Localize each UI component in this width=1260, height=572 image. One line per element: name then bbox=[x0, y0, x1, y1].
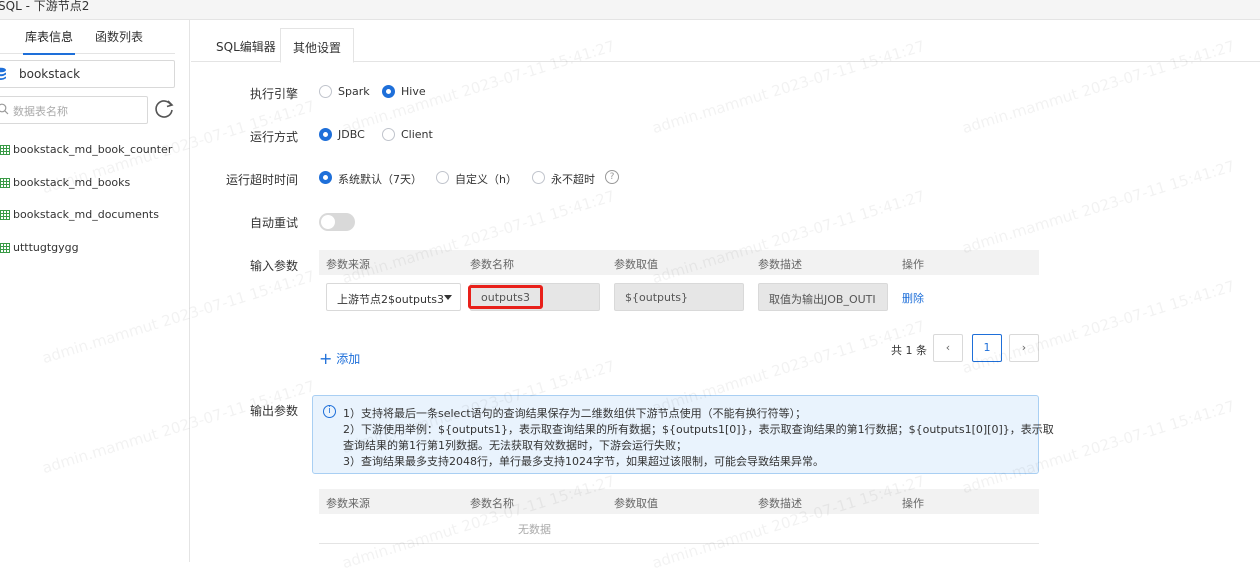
radio-label: JDBC bbox=[338, 128, 365, 141]
sidebar: 库表信息 函数列表 bookstack bookstack_md_book_co… bbox=[0, 20, 190, 562]
table-icon bbox=[0, 243, 10, 253]
info-icon: i bbox=[323, 405, 336, 418]
param-value-field[interactable]: ${outputs} bbox=[614, 283, 744, 311]
radio-dot bbox=[436, 171, 449, 184]
add-param-button[interactable]: + 添加 bbox=[319, 348, 361, 368]
table-name: bookstack_md_book_counter bbox=[13, 143, 173, 156]
window-titlebar: SQL - 下游节点2 bbox=[0, 0, 1260, 20]
pager-prev-button[interactable]: ‹ bbox=[933, 334, 963, 362]
database-icon bbox=[0, 67, 6, 80]
table-search-input[interactable] bbox=[13, 102, 143, 120]
timeout-label: 运行超时时间 bbox=[225, 173, 298, 187]
param-desc-field[interactable]: 取值为输出JOB_OUTI bbox=[758, 283, 888, 311]
param-value-text: ${outputs} bbox=[625, 291, 689, 304]
radio-dot bbox=[319, 128, 332, 141]
search-icon bbox=[0, 103, 9, 115]
radio-label: 系统默认（7天） bbox=[338, 173, 422, 186]
sidebar-tabs: 库表信息 函数列表 bbox=[0, 20, 175, 55]
radio-dot bbox=[382, 128, 395, 141]
database-select[interactable]: bookstack bbox=[0, 60, 175, 88]
radio-label: Client bbox=[401, 128, 433, 141]
table-icon bbox=[0, 145, 10, 155]
radio-label: Spark bbox=[338, 85, 370, 98]
col-name: 参数名称 bbox=[470, 258, 514, 271]
col-value: 参数取值 bbox=[614, 497, 658, 510]
refresh-icon[interactable] bbox=[153, 98, 175, 120]
radio-dot bbox=[382, 85, 395, 98]
add-label: 添加 bbox=[336, 352, 361, 366]
output-info-box: i 1）支持将最后一条select语句的查询结果保存为二维数组供下游节点使用（不… bbox=[312, 395, 1054, 474]
info-line: 查询结果的第1行第1列数据。无法获取有效数据时，下游会运行失败； bbox=[343, 439, 687, 452]
info-line: 1）支持将最后一条select语句的查询结果保存为二维数组供下游节点使用（不能有… bbox=[343, 407, 807, 420]
pager-page-1[interactable]: 1 bbox=[972, 334, 1002, 362]
window-title: SQL - 下游节点2 bbox=[0, 0, 90, 13]
engine-label: 执行引擎 bbox=[249, 87, 298, 101]
radio-dot bbox=[319, 171, 332, 184]
editor-tabs: SQL编辑器 其他设置 bbox=[191, 28, 1260, 63]
radio-label: Hive bbox=[401, 85, 426, 98]
table-icon bbox=[0, 210, 10, 220]
col-name: 参数名称 bbox=[470, 497, 514, 510]
radio-dot bbox=[319, 85, 332, 98]
col-desc: 参数描述 bbox=[758, 497, 802, 510]
input-params-label: 输入参数 bbox=[249, 259, 298, 273]
table-search-box bbox=[0, 96, 148, 124]
radio-dot bbox=[532, 171, 545, 184]
col-source: 参数来源 bbox=[326, 258, 370, 271]
output-params-label: 输出参数 bbox=[249, 404, 298, 418]
database-name: bookstack bbox=[19, 67, 81, 81]
table-name: utttugtgygg bbox=[13, 241, 79, 254]
col-desc: 参数描述 bbox=[758, 258, 802, 271]
empty-state-text: 无数据 bbox=[518, 523, 551, 536]
info-line: 3）查询结果最多支持2048行，单行最多支持1024字节，如果超过该限制，可能会… bbox=[343, 455, 824, 468]
radio-label: 自定义（h） bbox=[455, 173, 517, 186]
main-panel: SQL编辑器 其他设置 执行引擎 Spark Hive 运行方式 JDBC Cl… bbox=[191, 20, 1260, 562]
param-source-select[interactable]: 上游节点2$outputs3 bbox=[326, 283, 461, 311]
table-icon bbox=[0, 178, 10, 188]
tab-sql-editor[interactable]: SQL编辑器 bbox=[204, 28, 288, 63]
run-mode-label: 运行方式 bbox=[249, 130, 298, 144]
tab-table-info[interactable]: 库表信息 bbox=[22, 28, 76, 55]
info-line: 2）下游使用举例：${outputs1}，表示取查询结果的所有数据；${outp… bbox=[343, 423, 1054, 436]
chevron-down-icon bbox=[444, 295, 452, 300]
auto-retry-label: 自动重试 bbox=[249, 216, 298, 230]
param-source-value: 上游节点2$outputs3 bbox=[337, 293, 445, 306]
col-source: 参数来源 bbox=[326, 497, 370, 510]
col-value: 参数取值 bbox=[614, 258, 658, 271]
param-desc-text: 取值为输出JOB_OUTI bbox=[769, 293, 876, 306]
delete-link[interactable]: 删除 bbox=[902, 290, 924, 306]
radio-label: 永不超时 bbox=[551, 173, 595, 186]
tab-other-settings[interactable]: 其他设置 bbox=[280, 28, 355, 63]
pager-next-button[interactable]: › bbox=[1009, 334, 1039, 362]
auto-retry-toggle[interactable] bbox=[319, 213, 355, 231]
toggle-knob bbox=[321, 215, 335, 229]
divider bbox=[319, 543, 1039, 544]
tab-function-list[interactable]: 函数列表 bbox=[95, 28, 143, 45]
highlight-box bbox=[468, 285, 543, 309]
input-params-header: 参数来源 参数名称 参数取值 参数描述 操作 bbox=[319, 250, 1039, 275]
output-params-header: 参数来源 参数名称 参数取值 参数描述 操作 bbox=[319, 489, 1039, 514]
col-action: 操作 bbox=[902, 497, 924, 510]
plus-icon: + bbox=[319, 349, 333, 368]
table-name: bookstack_md_documents bbox=[13, 208, 159, 221]
col-action: 操作 bbox=[902, 258, 924, 271]
table-name: bookstack_md_books bbox=[13, 176, 131, 189]
pager-total: 共 1 条 bbox=[891, 344, 927, 357]
help-icon[interactable]: ? bbox=[605, 170, 619, 184]
